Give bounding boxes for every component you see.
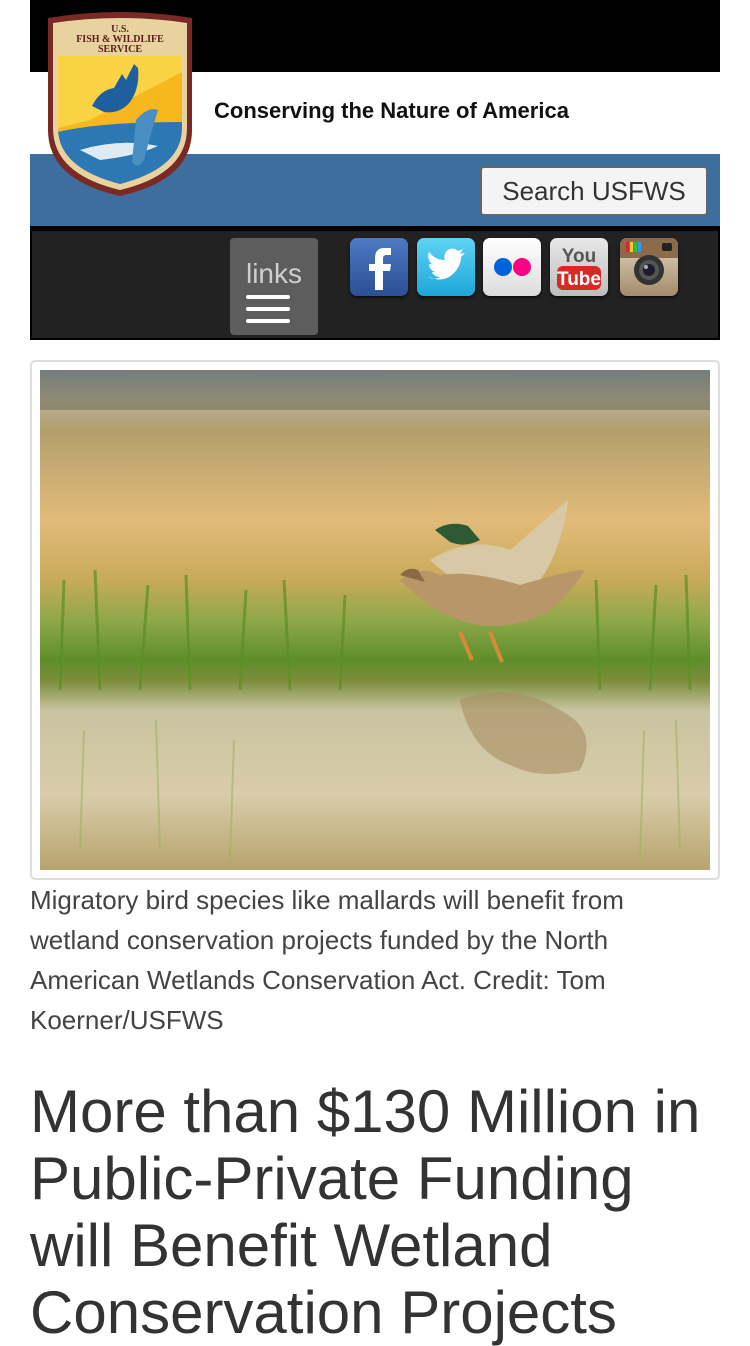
menu-bar [246, 319, 290, 323]
photo-caption: Migratory bird species like mallards wil… [30, 885, 624, 1035]
site-tagline: Conserving the Nature of America [214, 98, 569, 123]
flickr-icon[interactable] [483, 238, 541, 296]
site-header: Conserving the Nature of America Search … [30, 0, 720, 340]
usfws-logo[interactable]: U.S. FISH & WILDLIFE SERVICE [40, 10, 200, 198]
search-usfws-button[interactable]: Search USFWS [480, 166, 708, 216]
youtube-text-bottom: Tube [557, 269, 601, 290]
links-menu-button[interactable]: links [230, 238, 318, 335]
article-headline: More than $130 Million in Public-Private… [30, 1078, 701, 1346]
youtube-icon[interactable]: You Tube [550, 238, 608, 296]
mallards-photo [40, 370, 710, 870]
menu-bar [246, 295, 290, 299]
facebook-icon[interactable] [350, 238, 408, 296]
instagram-icon[interactable] [620, 238, 678, 296]
svg-text:SERVICE: SERVICE [98, 44, 142, 55]
nav-bar: links You Tube [30, 231, 720, 340]
twitter-icon[interactable] [417, 238, 475, 296]
article-photo-frame [30, 360, 720, 880]
menu-bar [246, 307, 290, 311]
links-label: links [245, 258, 302, 289]
youtube-text-top: You [562, 246, 596, 267]
